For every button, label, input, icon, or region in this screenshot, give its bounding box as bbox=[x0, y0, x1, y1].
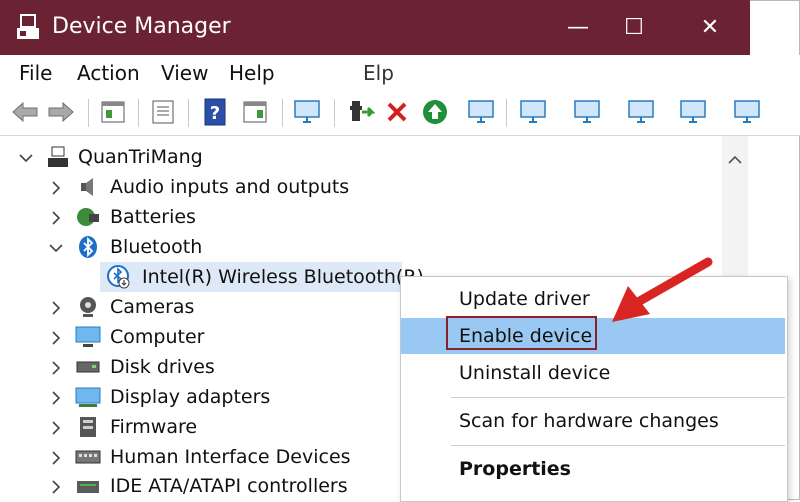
tree-item-label[interactable]: Firmware bbox=[110, 413, 197, 441]
speaker-icon bbox=[75, 174, 101, 200]
chevron-right-icon[interactable] bbox=[48, 180, 64, 196]
tree-item-label[interactable]: Batteries bbox=[110, 203, 196, 231]
menu-item-label: Uninstall device bbox=[459, 362, 611, 384]
chevron-right-icon[interactable] bbox=[48, 360, 64, 376]
chevron-down-icon[interactable] bbox=[48, 240, 64, 256]
menu-help[interactable]: Help bbox=[229, 60, 275, 86]
bluetooth-disabled-icon bbox=[106, 264, 132, 290]
enable-icon[interactable] bbox=[420, 96, 450, 128]
monitor-icon[interactable] bbox=[732, 96, 762, 128]
monitor-icon[interactable] bbox=[292, 96, 322, 128]
tree-item-label[interactable]: Cameras bbox=[110, 293, 194, 321]
toolbar-separator bbox=[138, 99, 139, 127]
hid-icon bbox=[75, 444, 101, 470]
chevron-right-icon[interactable] bbox=[48, 330, 64, 346]
menu-update-driver[interactable]: Update driver bbox=[401, 281, 785, 317]
update-driver-icon[interactable] bbox=[346, 96, 376, 128]
toolbar-separator bbox=[282, 99, 283, 127]
tree-item-label[interactable]: Bluetooth bbox=[110, 233, 202, 261]
monitor-icon[interactable] bbox=[466, 96, 496, 128]
menu-scan-hardware[interactable]: Scan for hardware changes bbox=[401, 403, 785, 439]
minimize-button[interactable]: — bbox=[558, 10, 598, 44]
monitor-icon[interactable] bbox=[518, 96, 548, 128]
tree-item-label[interactable]: Human Interface Devices bbox=[110, 443, 351, 471]
toolbar-separator bbox=[88, 99, 89, 127]
toolbar-separator bbox=[334, 99, 335, 127]
close-icon: ✕ bbox=[700, 14, 720, 40]
menu-separator bbox=[451, 397, 785, 398]
computer-root-icon bbox=[45, 144, 71, 170]
monitor-icon[interactable] bbox=[678, 96, 708, 128]
chevron-down-icon[interactable] bbox=[18, 150, 34, 166]
menu-item-label: Scan for hardware changes bbox=[459, 410, 719, 432]
help-icon[interactable]: ? bbox=[200, 96, 230, 128]
scroll-up-icon[interactable] bbox=[728, 150, 742, 169]
menu-separator bbox=[451, 445, 785, 446]
disk-icon bbox=[75, 354, 101, 380]
toolbar-separator bbox=[188, 99, 189, 127]
annotation-box bbox=[446, 316, 597, 350]
ide-icon bbox=[75, 473, 101, 499]
chevron-right-icon[interactable] bbox=[48, 479, 64, 495]
bluetooth-icon bbox=[75, 234, 101, 260]
close-button[interactable]: ✕ bbox=[690, 10, 730, 44]
toolbar-separator bbox=[506, 99, 507, 127]
chevron-right-icon[interactable] bbox=[48, 210, 64, 226]
list-view-icon[interactable] bbox=[148, 96, 178, 128]
tree-item-label[interactable]: Display adapters bbox=[110, 383, 270, 411]
tree-item-label[interactable]: Disk drives bbox=[110, 353, 215, 381]
chevron-right-icon[interactable] bbox=[48, 420, 64, 436]
battery-icon bbox=[75, 204, 101, 230]
display-adapter-icon bbox=[75, 384, 101, 410]
properties-pane-icon[interactable] bbox=[98, 96, 128, 128]
tree-item-label[interactable]: Audio inputs and outputs bbox=[110, 173, 349, 201]
firmware-icon bbox=[75, 414, 101, 440]
forward-icon[interactable] bbox=[46, 96, 76, 128]
tree-item-label[interactable]: Intel(R) Wireless Bluetooth(R) bbox=[142, 263, 424, 291]
maximize-icon: ☐ bbox=[624, 14, 644, 40]
menu-action[interactable]: Action bbox=[77, 60, 140, 86]
context-menu: Update driver Enable device Uninstall de… bbox=[400, 276, 788, 502]
annotation-arrow-icon bbox=[612, 257, 713, 322]
maximize-button[interactable]: ☐ bbox=[614, 10, 654, 44]
device-manager-icon bbox=[15, 13, 41, 41]
menu-item-label: Update driver bbox=[459, 288, 590, 310]
menu-item-label: Properties bbox=[459, 458, 571, 480]
menu-uninstall-device[interactable]: Uninstall device bbox=[401, 355, 785, 391]
computer-icon bbox=[75, 324, 101, 350]
menu-file[interactable]: File bbox=[19, 60, 52, 86]
minimize-icon: — bbox=[567, 14, 589, 40]
svg-text:?: ? bbox=[210, 103, 220, 124]
chevron-right-icon[interactable] bbox=[48, 300, 64, 316]
tree-root-label[interactable]: QuanTriMang bbox=[78, 143, 203, 171]
camera-icon bbox=[75, 294, 101, 320]
tree-item-label[interactable]: IDE ATA/ATAPI controllers bbox=[110, 472, 348, 500]
chevron-right-icon[interactable] bbox=[48, 390, 64, 406]
menu-properties[interactable]: Properties bbox=[401, 451, 785, 487]
title-bar: Device Manager — ☐ ✕ bbox=[0, 0, 750, 55]
monitor-icon[interactable] bbox=[572, 96, 602, 128]
tree-item-label[interactable]: Computer bbox=[110, 323, 204, 351]
toolbar: ? bbox=[0, 91, 800, 136]
back-icon[interactable] bbox=[10, 96, 40, 128]
menu-bar: File Action View Help Elp bbox=[0, 55, 800, 91]
ghost-menu-text: Elp bbox=[363, 61, 394, 85]
menu-view[interactable]: View bbox=[161, 60, 208, 86]
show-hidden-icon[interactable] bbox=[240, 96, 270, 128]
chevron-right-icon[interactable] bbox=[48, 450, 64, 466]
monitor-icon[interactable] bbox=[626, 96, 656, 128]
window-title: Device Manager bbox=[52, 14, 231, 39]
uninstall-icon[interactable] bbox=[382, 96, 412, 128]
